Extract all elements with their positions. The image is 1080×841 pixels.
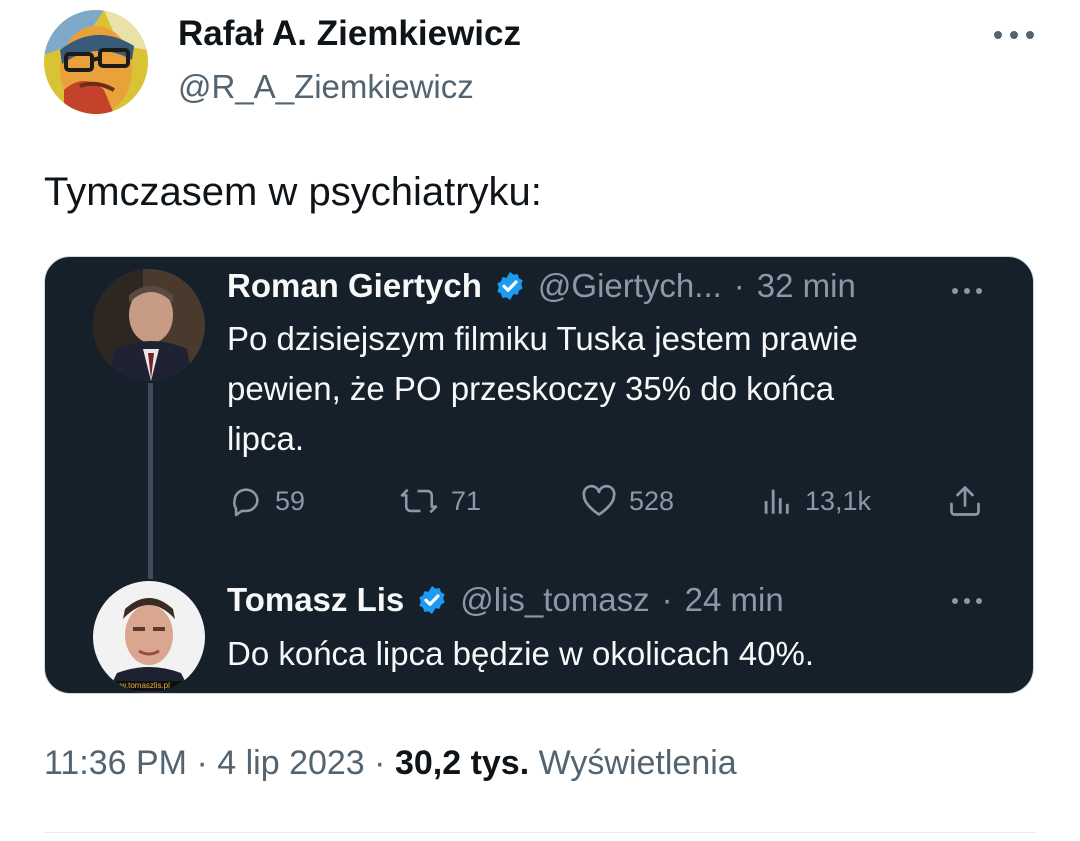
author-handle[interactable]: @R_A_Ziemkiewicz <box>178 68 474 106</box>
views-action: 13,1k <box>759 483 871 519</box>
meta-separator: · <box>374 744 386 782</box>
reply-count: 59 <box>275 485 306 516</box>
tweet-text: Tymczasem w psychiatryku: <box>44 170 542 214</box>
post-body: Do końca lipca będzie w okolicach 40%. <box>227 629 1007 679</box>
retweet-count: 71 <box>451 485 482 516</box>
share-icon <box>947 483 983 519</box>
meta-separator: · <box>733 267 745 304</box>
more-icon <box>947 279 987 303</box>
reply-action: 59 <box>229 483 305 519</box>
views-icon <box>759 484 793 518</box>
author-avatar[interactable] <box>44 10 148 114</box>
post-time: 32 min <box>756 267 856 304</box>
more-icon[interactable] <box>990 20 1038 50</box>
retweet-icon <box>399 484 439 518</box>
post-line: Do końca lipca będzie w okolicach 40%. <box>227 635 814 672</box>
lis-avatar: www.tomaszlis.pl <box>93 581 205 693</box>
post-author-handle: @lis_tomasz <box>460 581 650 618</box>
verified-badge-icon <box>416 584 448 616</box>
like-icon <box>581 484 617 518</box>
meta-separator: · <box>661 581 673 618</box>
post-line: pewien, że PO przeskoczy 35% do końca <box>227 370 835 407</box>
verified-badge-icon <box>494 270 526 302</box>
post-time: 24 min <box>684 581 784 618</box>
tweet-meta: 11:36 PM · 4 lip 2023 · 30,2 tys. Wyświe… <box>44 744 737 783</box>
post-body: Po dzisiejszym filmiku Tuska jestem praw… <box>227 314 1007 464</box>
post-author-name: Roman Giertych <box>227 267 482 304</box>
views-label: Wyświetlenia <box>538 744 737 782</box>
post-author-name: Tomasz Lis <box>227 581 405 618</box>
meta-separator: · <box>196 744 208 782</box>
more-icon <box>947 589 987 613</box>
tweet-time[interactable]: 11:36 PM <box>44 744 187 782</box>
avatar-watermark: www.tomaszlis.pl <box>109 681 170 690</box>
thread-line <box>148 383 153 579</box>
author-name[interactable]: Rafał A. Ziemkiewicz <box>178 14 521 54</box>
divider <box>44 832 1036 833</box>
post-line: lipca. <box>227 420 305 457</box>
giertych-avatar <box>93 269 205 381</box>
views-count: 30,2 tys. <box>394 744 530 782</box>
embedded-image[interactable]: Roman Giertych @Giertych... · 32 min Po … <box>44 256 1034 694</box>
retweet-action: 71 <box>399 483 481 519</box>
views-count: 13,1k <box>805 485 872 516</box>
reply-icon <box>229 484 263 518</box>
like-count: 528 <box>629 485 675 516</box>
post-author-handle: @Giertych... <box>537 267 722 304</box>
post-line: Po dzisiejszym filmiku Tuska jestem praw… <box>227 320 858 357</box>
like-action: 528 <box>581 483 674 519</box>
tweet-date[interactable]: 4 lip 2023 <box>217 744 364 782</box>
